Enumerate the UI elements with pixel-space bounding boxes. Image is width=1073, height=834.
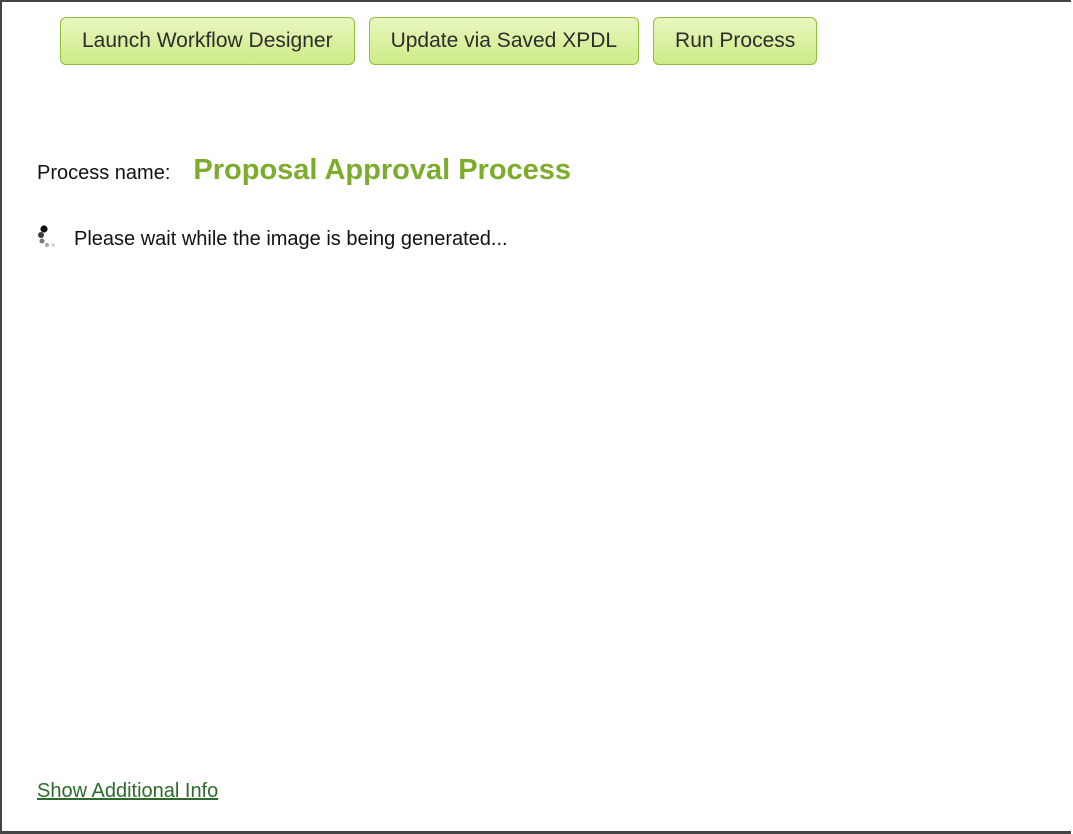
process-name-value: Proposal Approval Process [193, 154, 572, 186]
launch-workflow-designer-button[interactable]: Launch Workflow Designer [60, 17, 355, 65]
update-via-saved-xpdl-button[interactable]: Update via Saved XPDL [368, 17, 640, 65]
process-panel: Launch Workflow Designer Update via Save… [0, 0, 1071, 834]
run-process-button[interactable]: Run Process [653, 17, 818, 65]
loading-status: Please wait while the image is being gen… [34, 224, 508, 254]
show-additional-info-link[interactable]: Show Additional Info [37, 780, 218, 803]
loading-message: Please wait while the image is being gen… [74, 227, 508, 250]
loading-spinner-icon [34, 224, 60, 254]
toolbar: Launch Workflow Designer Update via Save… [60, 17, 818, 65]
process-name-label: Process name: [37, 162, 171, 184]
process-name-row: Process name: Proposal Approval Process [37, 154, 571, 187]
